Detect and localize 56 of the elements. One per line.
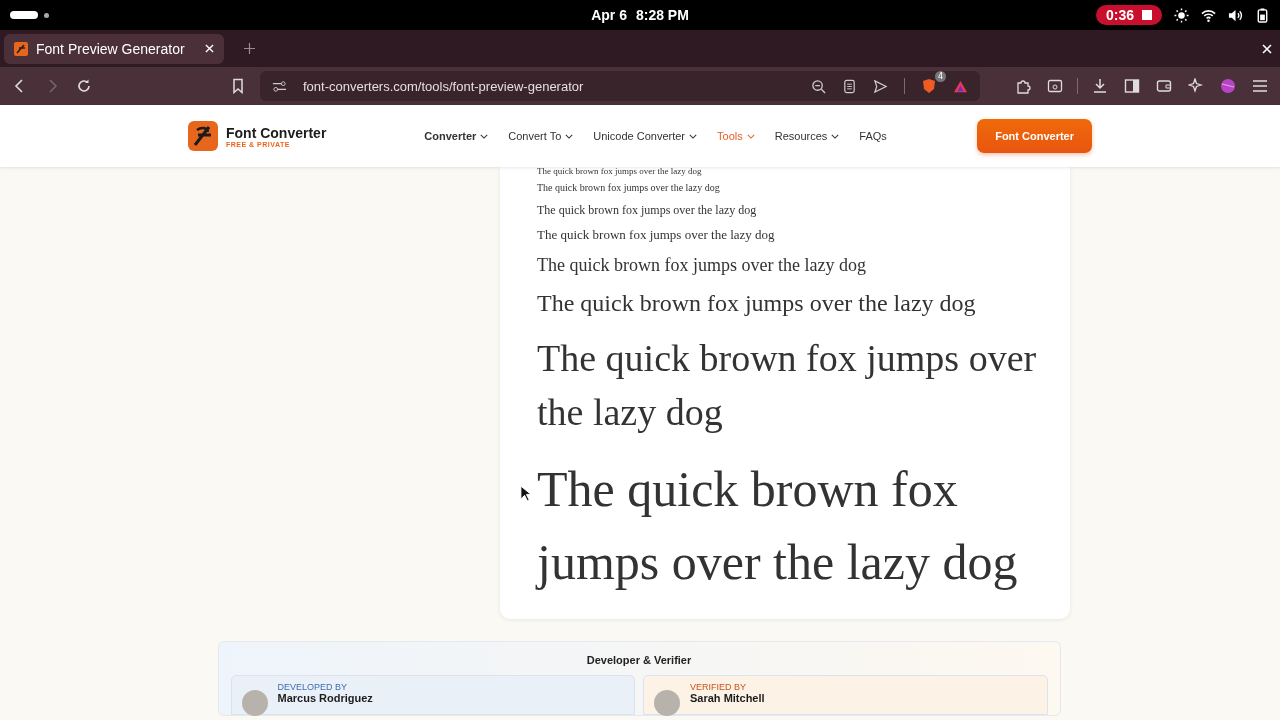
nav-link[interactable]: FAQs — [859, 130, 887, 142]
screenshot-icon[interactable] — [1047, 78, 1063, 94]
download-icon[interactable] — [1092, 78, 1108, 94]
person-name: Marcus Rodriguez — [277, 692, 373, 704]
close-icon[interactable] — [205, 44, 214, 53]
wallet-icon[interactable] — [1156, 78, 1172, 94]
new-tab-icon[interactable] — [244, 43, 255, 54]
sparkle-icon[interactable] — [1188, 78, 1204, 94]
blocked-count-badge: 4 — [934, 71, 946, 82]
nav-link[interactable]: Resources — [774, 130, 840, 142]
person-name: Sarah Mitchell — [690, 692, 765, 704]
volume-icon — [1228, 7, 1243, 23]
browser-tab[interactable]: Font Preview Generator — [4, 33, 224, 64]
reader-icon[interactable] — [842, 78, 857, 94]
brightness-icon — [1174, 7, 1189, 23]
status-time: 8:28 PM — [635, 7, 689, 23]
reload-icon[interactable] — [76, 78, 92, 94]
mouse-pointer-icon — [520, 485, 531, 502]
profile-avatar-icon[interactable] — [1220, 78, 1236, 94]
credits-title: Developer & Verifier — [586, 654, 692, 666]
preview-text: The quick brown fox jumps over the lazy dog — [537, 165, 703, 177]
avatar-placeholder — [654, 690, 680, 716]
sidebar-icon[interactable] — [1124, 78, 1140, 94]
preview-text: The quick brown fox jumps over the lazy dog — [537, 460, 1019, 592]
preview-text: The quick brown fox jumps over the lazy dog — [537, 202, 758, 219]
avatar-placeholder — [241, 690, 268, 716]
send-icon[interactable] — [873, 78, 888, 94]
puzzle-icon[interactable] — [1015, 78, 1031, 94]
nav-link[interactable]: Tools — [717, 130, 755, 142]
preview-text: The quick brown fox jumps over the lazy dog — [537, 181, 721, 195]
nav-link[interactable]: Converter — [424, 130, 489, 142]
battery-icon — [1255, 7, 1270, 23]
preview-text: The quick brown fox jumps over the lazy dog — [537, 289, 977, 318]
menu-icon[interactable] — [1252, 78, 1268, 94]
address-bar[interactable]: font-converters.com/tools/font-preview-generator 4 — [260, 71, 980, 101]
preview-text: The quick brown fox jumps over the lazy dog — [537, 226, 776, 244]
close-icon[interactable] — [1262, 43, 1272, 54]
bookmark-icon[interactable] — [230, 78, 246, 94]
triangle-icon[interactable] — [953, 78, 968, 94]
wifi-icon — [1201, 7, 1216, 23]
site-logo-icon — [14, 41, 28, 56]
preview-text: The quick brown fox jumps over the lazy dog — [537, 254, 867, 277]
nav-link[interactable]: Convert To — [508, 130, 574, 142]
recording-indicator[interactable]: 0:36 — [1095, 5, 1162, 25]
preview-text: The quick brown fox jumps over the lazy dog — [537, 336, 1038, 435]
person-role: DEVELOPED BY — [277, 682, 349, 692]
status-pill-icon — [10, 11, 38, 19]
status-dot-icon — [44, 12, 49, 18]
person-role: VERIFIED BY — [690, 682, 747, 692]
site-settings-icon[interactable] — [272, 78, 287, 94]
zoom-out-icon[interactable] — [811, 78, 826, 94]
status-date: Apr 6 — [591, 7, 627, 23]
nav-link[interactable]: Unicode Converter — [593, 130, 698, 142]
shield-icon[interactable] — [921, 78, 937, 94]
logo-title[interactable]: Font Converter — [226, 124, 327, 141]
logo-icon[interactable] — [188, 121, 218, 151]
